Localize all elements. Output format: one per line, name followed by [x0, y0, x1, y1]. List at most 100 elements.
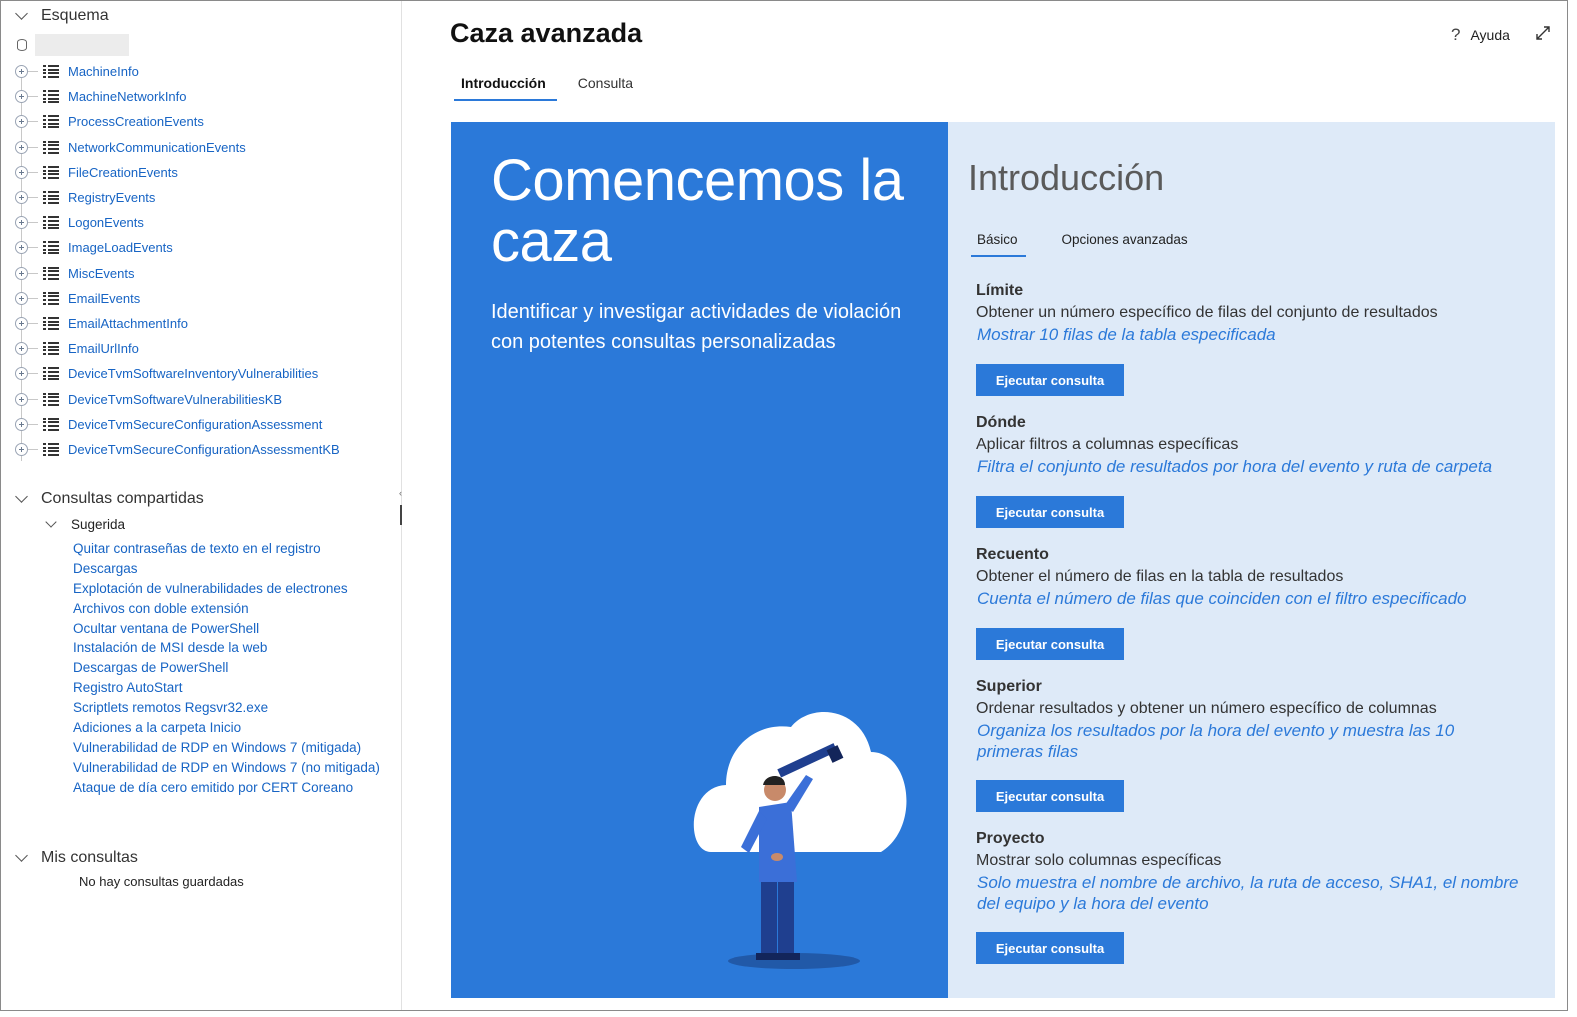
schema-table-item[interactable]: DeviceTvmSoftwareVulnerabilitiesKB [15, 386, 340, 411]
block-description: Obtener el número de filas en la tabla d… [976, 568, 1344, 585]
schema-table-item[interactable]: MachineInfo [15, 59, 340, 84]
schema-table-item[interactable]: DeviceTvmSecureConfigurationAssessmentKB [15, 437, 340, 462]
table-icon [43, 65, 59, 78]
tree-connector [28, 348, 38, 350]
schema-table-item[interactable]: DeviceTvmSoftwareInventoryVulnerabilitie… [15, 361, 340, 386]
schema-table-label: MachineNetworkInfo [68, 89, 187, 105]
shared-query-link[interactable]: Adiciones a la carpeta Inicio [73, 718, 380, 738]
tree-connector [28, 297, 38, 299]
expand-plus-icon[interactable] [15, 115, 28, 129]
expand-plus-icon[interactable] [15, 216, 28, 230]
schema-table-label: DeviceTvmSoftwareInventoryVulnerabilitie… [68, 366, 319, 382]
schema-section-header[interactable]: Esquema [15, 5, 109, 27]
tab-opciones-avanzadas[interactable]: Opciones avanzadas [1054, 228, 1196, 257]
block-example-link[interactable]: Cuenta el número de filas que coinciden … [977, 588, 1536, 609]
block-description: Ordenar resultados y obtener un número e… [976, 700, 1437, 717]
expand-plus-icon[interactable] [15, 90, 28, 104]
suggested-group-header[interactable]: Sugerida [45, 517, 125, 532]
intro-tabs: Básico Opciones avanzadas [969, 228, 1224, 257]
table-icon [43, 443, 59, 456]
database-row[interactable] [17, 34, 129, 56]
expand-plus-icon[interactable] [15, 291, 28, 305]
run-query-button[interactable]: Ejecutar consulta [976, 628, 1124, 660]
expand-plus-icon[interactable] [15, 316, 28, 330]
intro-block-limite: Límite Obtener un número específico de f… [976, 280, 1536, 345]
shared-query-link[interactable]: Vulnerabilidad de RDP en Windows 7 (miti… [73, 738, 380, 758]
table-icon [43, 267, 59, 280]
shared-query-link[interactable]: Descargas [73, 559, 380, 579]
shared-query-link[interactable]: Vulnerabilidad de RDP en Windows 7 (no m… [73, 758, 380, 778]
shared-query-link[interactable]: Ataque de día cero emitido por CERT Core… [73, 778, 380, 798]
schema-table-item[interactable]: DeviceTvmSecureConfigurationAssessment [15, 412, 340, 437]
shared-query-link[interactable]: Explotación de vulnerabilidades de elect… [73, 579, 380, 599]
schema-table-label: EmailUrlInfo [68, 341, 139, 357]
schema-table-item[interactable]: ImageLoadEvents [15, 235, 340, 260]
expand-plus-icon[interactable] [15, 266, 28, 280]
no-saved-queries-text: No hay consultas guardadas [79, 874, 244, 889]
chevron-down-icon [15, 492, 29, 506]
block-example-link[interactable]: Filtra el conjunto de resultados por hor… [977, 456, 1536, 477]
run-query-button[interactable]: Ejecutar consulta [976, 364, 1124, 396]
shared-query-link[interactable]: Archivos con doble extensión [73, 599, 380, 619]
run-query-button[interactable]: Ejecutar consulta [976, 932, 1124, 964]
block-example-link[interactable]: Organiza los resultados por la hora del … [977, 720, 1477, 762]
tab-introduccion[interactable]: Introducción [450, 71, 557, 101]
schema-table-label: ImageLoadEvents [68, 240, 173, 256]
shared-query-link[interactable]: Ocultar ventana de PowerShell [73, 619, 380, 639]
tab-basico[interactable]: Básico [969, 228, 1026, 257]
schema-table-item[interactable]: EmailAttachmentInfo [15, 311, 340, 336]
table-icon [43, 317, 59, 330]
hero-subtitle: Identificar y investigar actividades de … [491, 301, 902, 353]
expand-plus-icon[interactable] [15, 417, 28, 431]
expand-plus-icon[interactable] [15, 241, 28, 255]
schema-table-label: FileCreationEvents [68, 164, 178, 180]
database-icon [17, 39, 27, 51]
schema-table-item[interactable]: MachineNetworkInfo [15, 84, 340, 109]
schema-table-item[interactable]: RegistryEvents [15, 185, 340, 210]
expand-plus-icon[interactable] [15, 342, 28, 356]
expand-icon[interactable] [1535, 25, 1551, 41]
block-example-link[interactable]: Mostrar 10 filas de la tabla especificad… [977, 324, 1536, 345]
expand-plus-icon[interactable] [15, 165, 28, 179]
schema-table-item[interactable]: EmailUrlInfo [15, 336, 340, 361]
expand-plus-icon[interactable] [15, 392, 28, 406]
shared-queries-section-header[interactable]: Consultas compartidas [15, 488, 204, 510]
schema-header-label: Esquema [41, 7, 109, 24]
tree-connector [28, 96, 38, 98]
run-query-button[interactable]: Ejecutar consulta [976, 496, 1124, 528]
tab-consulta[interactable]: Consulta [567, 71, 644, 101]
block-example-link[interactable]: Solo muestra el nombre de archivo, la ru… [977, 872, 1522, 914]
expand-plus-icon[interactable] [15, 191, 28, 205]
schema-table-label: ProcessCreationEvents [68, 114, 204, 130]
table-icon [43, 367, 59, 380]
question-icon: ? [1451, 25, 1461, 44]
intro-panel: Introducción Básico Opciones avanzadas L… [948, 122, 1555, 998]
run-query-button[interactable]: Ejecutar consulta [976, 780, 1124, 812]
my-queries-section-header[interactable]: Mis consultas [15, 847, 138, 869]
shared-query-link[interactable]: Instalación de MSI desde la web [73, 638, 380, 658]
shared-query-link[interactable]: Registro AutoStart [73, 678, 380, 698]
shared-query-link[interactable]: Descargas de PowerShell [73, 658, 380, 678]
schema-table-item[interactable]: FileCreationEvents [15, 160, 340, 185]
expand-plus-icon[interactable] [15, 367, 28, 381]
schema-table-item[interactable]: ProcessCreationEvents [15, 109, 340, 134]
help-button[interactable]: ? Ayuda [1451, 25, 1510, 45]
schema-table-item[interactable]: MiscEvents [15, 261, 340, 286]
schema-table-item[interactable]: NetworkCommunicationEvents [15, 135, 340, 160]
table-icon [43, 418, 59, 431]
hero-title: Comencemos la caza [491, 148, 904, 274]
collapse-caret-icon[interactable]: ‹ [399, 488, 402, 498]
block-title: Superior [976, 678, 1042, 695]
shared-query-link[interactable]: Quitar contraseñas de texto en el regist… [73, 539, 380, 559]
schema-table-item[interactable]: EmailEvents [15, 286, 340, 311]
shared-queries-header-label: Consultas compartidas [41, 490, 204, 507]
intro-block-recuento: Recuento Obtener el número de filas en l… [976, 544, 1536, 609]
table-icon [43, 393, 59, 406]
expand-plus-icon[interactable] [15, 442, 28, 456]
schema-table-item[interactable]: LogonEvents [15, 210, 340, 235]
block-title: Límite [976, 282, 1024, 299]
pane-splitter-handle[interactable] [400, 505, 402, 525]
expand-plus-icon[interactable] [15, 140, 28, 154]
shared-query-link[interactable]: Scriptlets remotos Regsvr32.exe [73, 698, 380, 718]
expand-plus-icon[interactable] [15, 65, 28, 79]
